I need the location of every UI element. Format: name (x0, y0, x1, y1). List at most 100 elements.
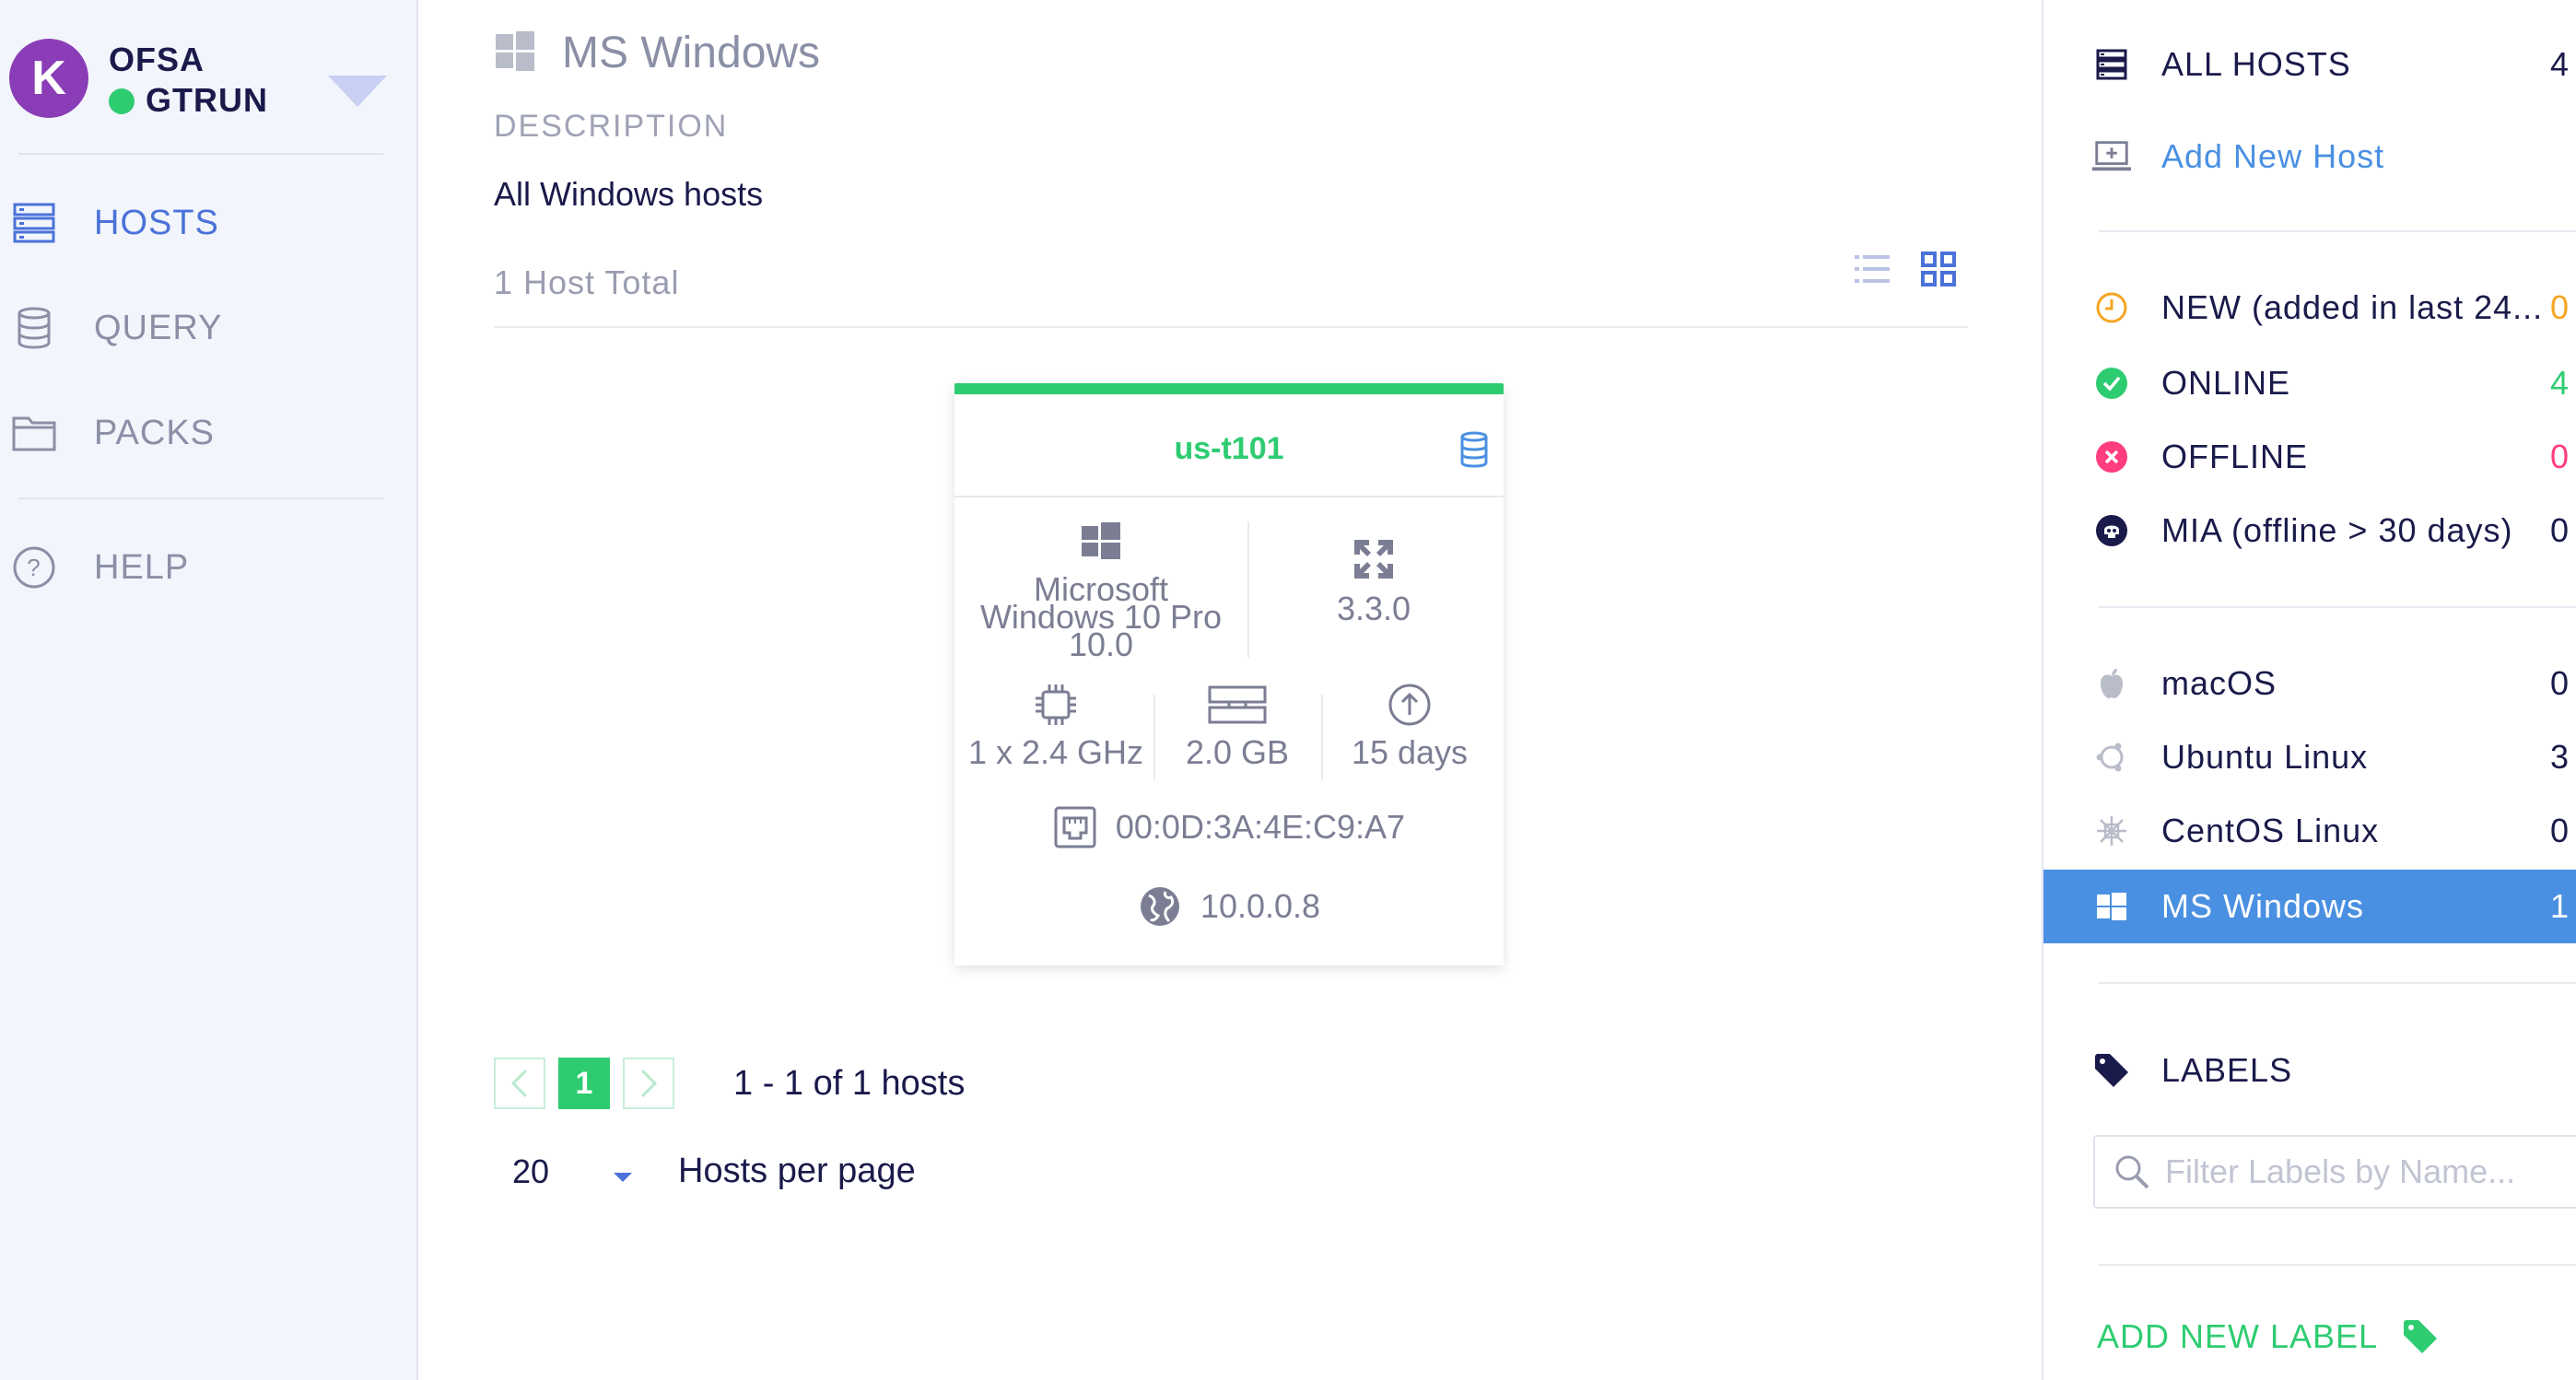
filter-macos[interactable]: macOS 0 (2043, 647, 2576, 720)
nav-divider (18, 153, 383, 155)
tag-icon (2091, 1052, 2132, 1089)
add-new-host-label: Add New Host (2161, 137, 2385, 175)
mac-address: 00:0D:3A:4E:C9:A7 (1115, 808, 1406, 846)
ubuntu-label: Ubuntu Linux (2161, 738, 2369, 776)
filter-all-hosts[interactable]: ALL HOSTS 4 (2043, 28, 2576, 101)
osquery-version: 3.3.0 (1259, 536, 1489, 628)
nav-item-hosts[interactable]: HOSTS (11, 195, 219, 251)
filter-ms-windows[interactable]: MS Windows 1 (2043, 870, 2576, 943)
memory-icon (1159, 682, 1316, 731)
nav-label-packs: PACKS (94, 413, 216, 452)
cpu-value: 1 x 2.4 GHz (967, 733, 1144, 771)
uptime-stat: 15 days (1327, 682, 1493, 772)
card-divider (954, 496, 1504, 497)
page-header: MS Windows (494, 28, 820, 78)
help-icon: ? (11, 544, 57, 591)
memory-stat: 2.0 GB (1159, 682, 1316, 772)
tag-plus-icon (2402, 1318, 2439, 1355)
offline-label: OFFLINE (2161, 438, 2309, 475)
add-new-label-button[interactable]: ADD NEW LABEL (2097, 1317, 2439, 1356)
nav-divider (18, 497, 383, 499)
label-filter (2093, 1135, 2576, 1209)
host-os: Microsoft Windows 10 Pro 10.0 (967, 521, 1235, 661)
macos-label: macOS (2161, 664, 2277, 702)
host-card[interactable]: us-t101 Microsoft Windows 10 Pro 10.0 3.… (954, 383, 1504, 965)
filter-centos[interactable]: CentOS Linux 0 (2043, 794, 2576, 868)
centos-icon (2091, 814, 2132, 848)
page-1-button[interactable]: 1 (558, 1058, 610, 1109)
hosts-icon (11, 200, 57, 246)
ip-address-row: 10.0.0.8 (954, 884, 1504, 929)
user-name: GTRUN (146, 81, 268, 119)
cpu-stat: 1 x 2.4 GHz (964, 682, 1148, 772)
server-icon (2091, 49, 2132, 80)
panel-divider (2099, 230, 2576, 232)
osquery-icon (1259, 536, 1489, 590)
nav-item-help[interactable]: ? HELP (11, 540, 189, 595)
description-text: All Windows hosts (494, 175, 764, 213)
globe-icon (1138, 884, 1182, 929)
centos-count: 0 (2550, 812, 2570, 849)
main-content: MS Windows DESCRIPTION All Windows hosts… (418, 0, 2042, 1380)
apple-icon (2091, 667, 2132, 700)
query-host-icon[interactable] (1459, 431, 1489, 473)
content-divider (494, 326, 1968, 328)
memory-value: 2.0 GB (1185, 733, 1290, 771)
add-new-label-text: ADD NEW LABEL (2097, 1317, 2379, 1355)
labels-label: LABELS (2161, 1051, 2293, 1089)
chevron-down-icon[interactable] (328, 76, 387, 107)
caret-down-icon[interactable] (614, 1172, 632, 1182)
view-toggle (1854, 251, 1957, 292)
filter-new-hosts[interactable]: NEW (added in last 24... 0 (2043, 271, 2576, 345)
host-name[interactable]: us-t101 (954, 431, 1504, 467)
folder-icon (11, 410, 57, 456)
org-name: OFSA (109, 41, 205, 78)
macos-count: 0 (2550, 664, 2570, 702)
card-separator (1321, 695, 1323, 779)
filter-ubuntu[interactable]: Ubuntu Linux 3 (2043, 720, 2576, 794)
all-hosts-label: ALL HOSTS (2161, 45, 2351, 83)
filter-online-hosts[interactable]: ONLINE 4 (2043, 346, 2576, 420)
nav-label-query: QUERY (94, 308, 223, 347)
centos-label: CentOS Linux (2161, 812, 2380, 849)
os-windows-icon (1081, 522, 1121, 567)
per-page-selector: 20 Hosts per page (494, 1152, 916, 1191)
panel-divider (2099, 606, 2576, 608)
osquery-version-value: 3.3.0 (1336, 590, 1411, 627)
ubuntu-count: 3 (2550, 738, 2570, 776)
account-switcher[interactable]: K OFSA GTRUN (9, 37, 396, 125)
host-total: 1 Host Total (494, 263, 680, 301)
mac-address-row: 00:0D:3A:4E:C9:A7 (954, 805, 1504, 849)
search-icon (2113, 1153, 2150, 1190)
prev-page-button[interactable] (494, 1058, 545, 1109)
offline-count: 0 (2550, 438, 2570, 475)
per-page-select[interactable]: 20 (494, 1152, 614, 1191)
mia-label: MIA (offline > 30 days) (2161, 511, 2513, 549)
nav-item-query[interactable]: QUERY (11, 300, 222, 356)
uptime-value: 15 days (1351, 733, 1469, 771)
labels-heading: LABELS (2043, 1034, 2576, 1107)
add-new-host-link[interactable]: Add New Host (2043, 120, 2576, 193)
windows-icon (2091, 892, 2132, 921)
database-icon (11, 305, 57, 351)
mia-count: 0 (2550, 511, 2570, 549)
next-page-button[interactable] (623, 1058, 674, 1109)
grid-view-icon[interactable] (1920, 251, 1957, 292)
filter-offline-hosts[interactable]: OFFLINE 0 (2043, 420, 2576, 494)
nav-item-packs[interactable]: PACKS (11, 405, 215, 461)
card-separator (1247, 521, 1249, 658)
filter-mia-hosts[interactable]: MIA (offline > 30 days) 0 (2043, 494, 2576, 567)
add-host-icon (2091, 140, 2132, 173)
panel-divider (2099, 1264, 2576, 1266)
cpu-icon (964, 682, 1148, 731)
left-sidebar: K OFSA GTRUN HOSTS QUERY PACKS ? HELP (0, 0, 418, 1380)
list-view-icon[interactable] (1854, 251, 1891, 292)
windows-icon (494, 29, 536, 76)
nav-label-hosts: HOSTS (94, 203, 219, 242)
ubuntu-icon (2091, 741, 2132, 774)
ip-address: 10.0.0.8 (1200, 887, 1321, 925)
card-separator (1153, 695, 1155, 779)
panel-divider (2099, 982, 2576, 984)
label-filter-input[interactable] (2165, 1152, 2576, 1191)
nav-label-help: HELP (94, 547, 190, 587)
